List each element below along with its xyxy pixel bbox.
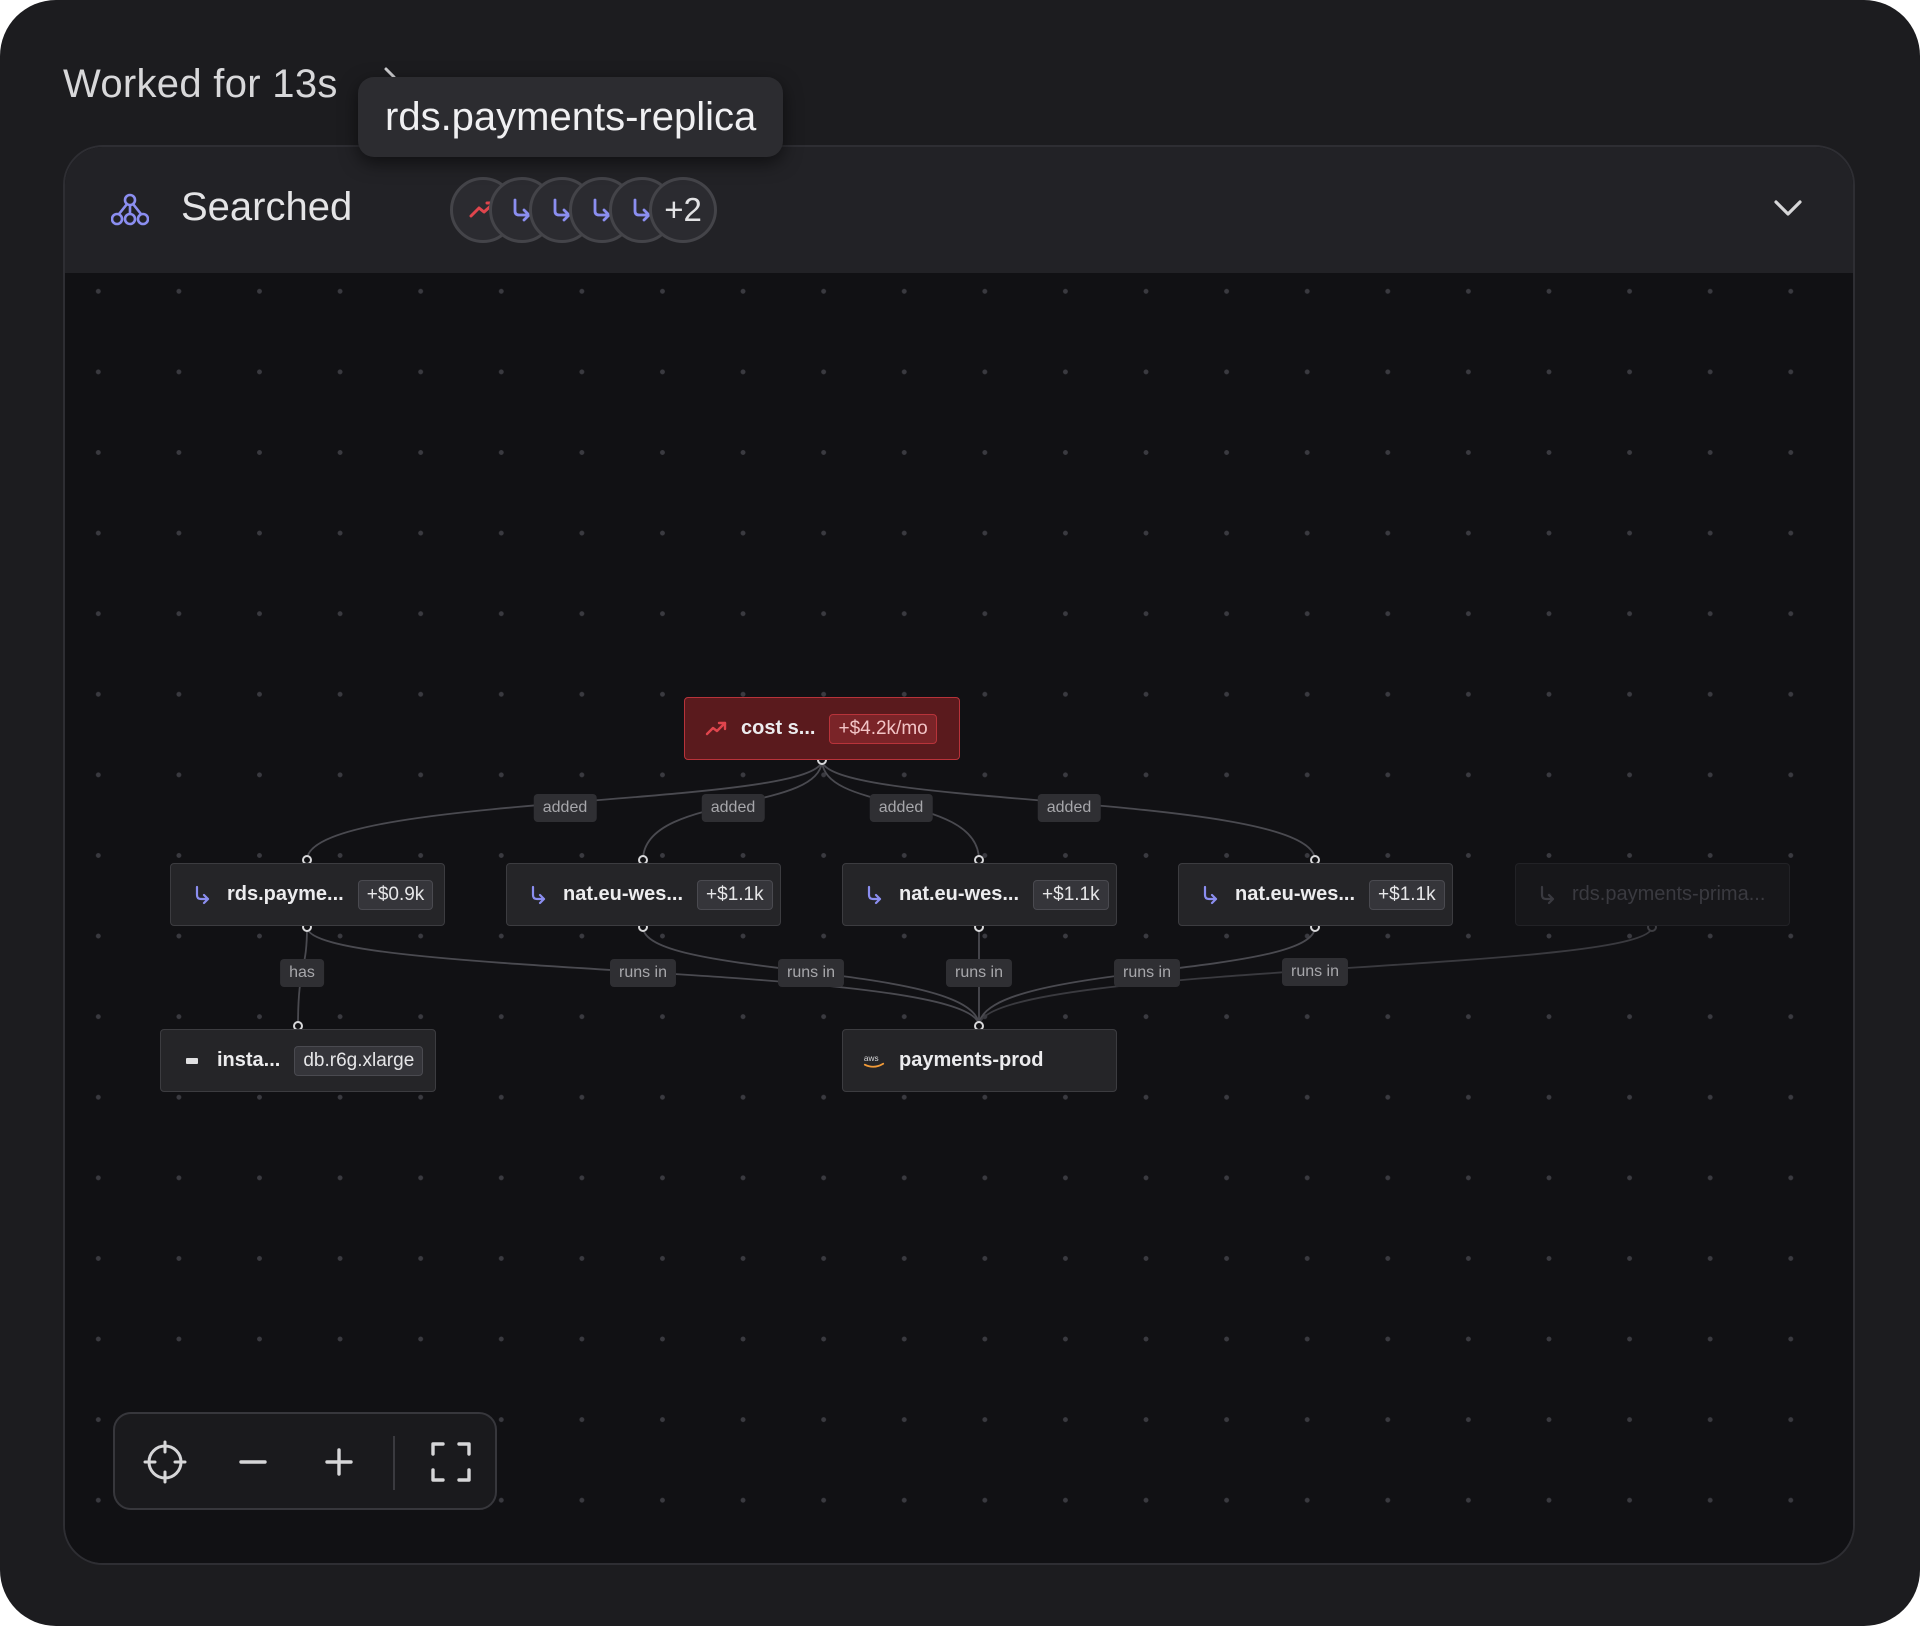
chip-more-count[interactable]: +2: [649, 177, 717, 243]
node-label: insta...: [217, 1049, 281, 1071]
edge-label-runs-in: runs in: [777, 959, 845, 987]
node-label: rds.payme...: [227, 883, 344, 905]
node-label: payments-prod: [899, 1049, 1044, 1071]
branch-arrow-icon: [1199, 885, 1221, 905]
fit-view-button[interactable]: [427, 1438, 475, 1486]
node-cost-tag: +$1.1k: [697, 879, 773, 910]
node-label: rds.payments-prima...: [1572, 883, 1766, 905]
graph-tree-icon: [111, 193, 149, 226]
node-tooltip: rds.payments-replica: [358, 77, 784, 157]
edge-label-runs-in: runs in: [609, 959, 677, 987]
server-icon: [181, 1056, 203, 1066]
node-label: nat.eu-wes...: [563, 883, 684, 905]
aws-logo-icon: aws: [863, 1052, 885, 1070]
edge-label-has: has: [280, 959, 324, 987]
node-instance-tag: db.r6g.xlarge: [294, 1045, 424, 1076]
search-panel: Searched +2 added added added added has …: [63, 145, 1855, 1565]
worked-duration-label: Worked for 13s: [63, 62, 338, 106]
branch-arrow-icon: [191, 885, 213, 905]
branch-arrow-icon: [1536, 885, 1558, 905]
app-window: Worked for 13s rds.payments-replica Sear…: [0, 0, 1920, 1626]
recenter-button[interactable]: [141, 1438, 189, 1486]
node-cost-tag: +$1.1k: [1033, 879, 1109, 910]
node-cost-spike[interactable]: cost s... +$4.2k/mo: [684, 697, 960, 760]
node-rds-replica[interactable]: rds.payme... +$0.9k: [170, 863, 445, 926]
node-aws-account[interactable]: aws payments-prod: [842, 1029, 1117, 1092]
edge-label-added: added: [1037, 794, 1101, 822]
branch-arrow-icon: [863, 885, 885, 905]
edge-label-added: added: [869, 794, 933, 822]
canvas-controls: [113, 1412, 497, 1510]
chevron-down-icon[interactable]: [1773, 197, 1803, 219]
branch-arrow-icon: [527, 885, 549, 905]
plus-icon: [325, 1448, 353, 1476]
node-nat-gateway-1[interactable]: nat.eu-wes... +$1.1k: [506, 863, 781, 926]
edge-label-added: added: [701, 794, 765, 822]
panel-header[interactable]: Searched +2: [65, 147, 1853, 273]
node-nat-gateway-3[interactable]: nat.eu-wes... +$1.1k: [1178, 863, 1453, 926]
node-rds-primary[interactable]: rds.payments-prima...: [1515, 863, 1790, 926]
edge-label-added: added: [533, 794, 597, 822]
edge-label-runs-in: runs in: [1281, 958, 1349, 986]
node-cost-tag: +$1.1k: [1369, 879, 1445, 910]
svg-text:aws: aws: [864, 1054, 879, 1063]
crosshair-icon: [143, 1440, 187, 1484]
edge-label-runs-in: runs in: [945, 959, 1013, 987]
node-cost-tag: +$0.9k: [357, 879, 434, 910]
fullscreen-icon: [431, 1442, 471, 1482]
controls-divider: [393, 1436, 395, 1490]
node-label: nat.eu-wes...: [1235, 883, 1356, 905]
node-nat-gateway-2[interactable]: nat.eu-wes... +$1.1k: [842, 863, 1117, 926]
trend-up-icon: [705, 721, 727, 737]
graph-canvas[interactable]: added added added added has runs in runs…: [65, 273, 1853, 1563]
zoom-in-button[interactable]: [315, 1438, 363, 1486]
node-label: nat.eu-wes...: [899, 883, 1020, 905]
minus-icon: [239, 1460, 267, 1464]
node-cost-tag: +$4.2k/mo: [829, 713, 937, 744]
node-label: cost s...: [741, 717, 816, 739]
panel-title: Searched: [181, 185, 353, 229]
node-instance-type[interactable]: insta... db.r6g.xlarge: [160, 1029, 436, 1092]
edge-label-runs-in: runs in: [1113, 959, 1181, 987]
zoom-out-button[interactable]: [229, 1438, 277, 1486]
